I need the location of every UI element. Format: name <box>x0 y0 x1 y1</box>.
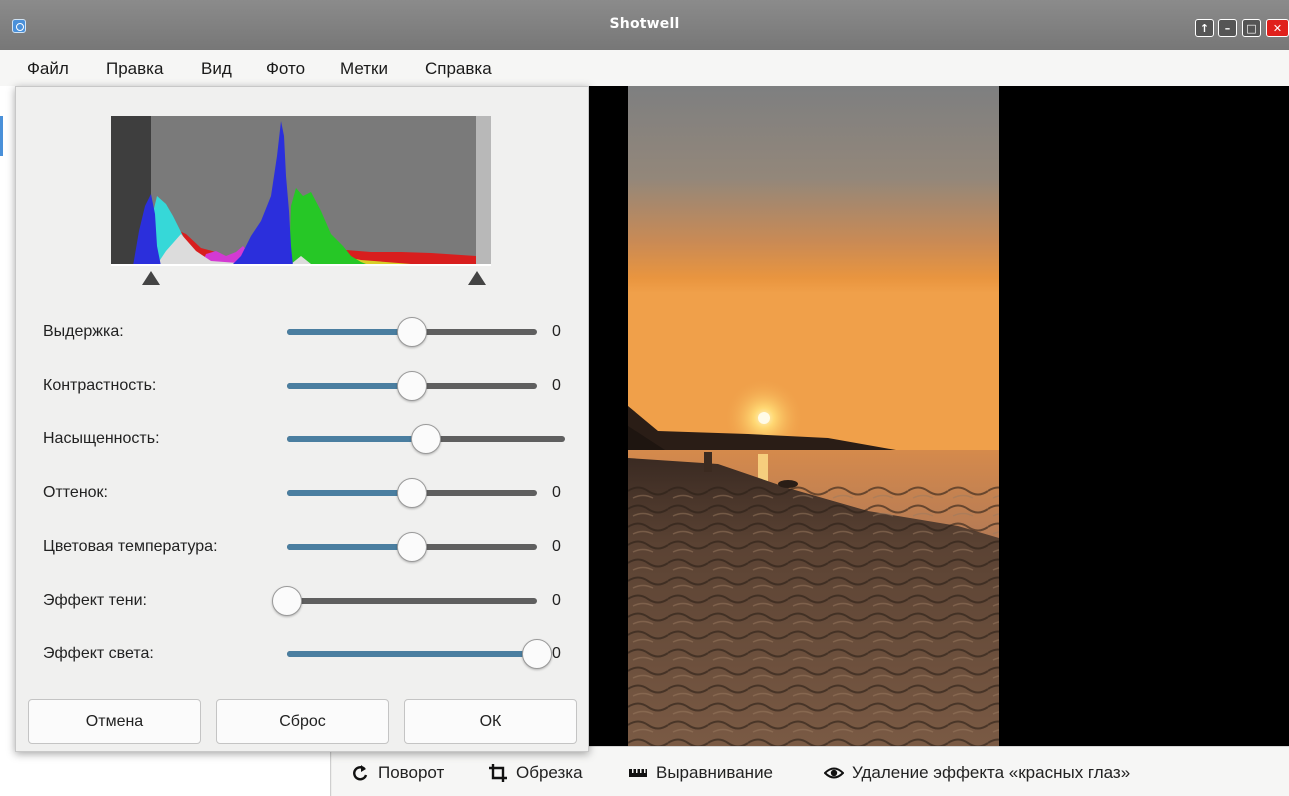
highlights-slider[interactable] <box>287 639 552 669</box>
histogram[interactable] <box>111 116 491 268</box>
highlights-label: Эффект света: <box>43 645 154 662</box>
reset-button[interactable]: Сброс <box>216 699 389 744</box>
contrast-value: 0 <box>552 377 561 394</box>
temperature-slider-fill <box>287 544 412 550</box>
crop-label: Обрезка <box>516 763 583 782</box>
saturation-slider-fill <box>287 436 426 442</box>
highlights-slider-knob[interactable] <box>522 639 552 669</box>
window-title: Shotwell <box>609 16 680 32</box>
shadows-value: 0 <box>552 592 561 609</box>
contrast-slider-fill <box>287 383 412 389</box>
menu-bar: Файл Правка Вид Фото Метки Справка <box>0 50 1289 86</box>
rotate-button[interactable]: Поворот <box>350 763 444 783</box>
redeye-label: Удаление эффекта «красных глаз» <box>852 763 1131 782</box>
ok-button[interactable]: ОК <box>404 699 577 744</box>
edit-toolbar: Поворот Обрезка Выравнивание Удаление эф… <box>332 746 1289 796</box>
menu-tags[interactable]: Метки <box>340 59 388 79</box>
tint-label: Оттенок: <box>43 484 108 501</box>
straighten-label: Выравнивание <box>656 763 774 782</box>
straighten-button[interactable]: Выравнивание <box>628 763 773 783</box>
contrast-label: Контрастность: <box>43 377 157 394</box>
highlights-value: 0 <box>552 645 561 662</box>
rotate-label: Поворот <box>378 763 445 782</box>
photo-viewer <box>588 86 1289 746</box>
exposure-slider-fill <box>287 329 412 335</box>
redeye-button[interactable]: Удаление эффекта «красных глаз» <box>824 763 1130 783</box>
saturation-slider-knob[interactable] <box>411 424 441 454</box>
cancel-button[interactable]: Отмена <box>28 699 201 744</box>
window-maximize-button[interactable]: □ <box>1242 19 1261 37</box>
adjust-dialog: Выдержка: 0 Контрастность: 0 Насыщенност… <box>15 86 589 752</box>
saturation-label: Насыщенность: <box>43 430 160 447</box>
histogram-black-point-handle[interactable] <box>142 271 160 285</box>
exposure-label: Выдержка: <box>43 323 124 340</box>
window-minimize-button[interactable]: – <box>1218 19 1237 37</box>
window-shade-button[interactable]: ↑ <box>1195 19 1214 37</box>
menu-help[interactable]: Справка <box>425 59 492 79</box>
histogram-white-point-handle[interactable] <box>468 271 486 285</box>
title-bar: Shotwell ↑ – □ ✕ <box>0 0 1289 50</box>
shadows-label: Эффект тени: <box>43 592 147 609</box>
tint-value: 0 <box>552 484 561 501</box>
crop-button[interactable]: Обрезка <box>488 763 583 783</box>
sidebar-selection-indicator <box>0 116 3 156</box>
ruler-icon <box>629 769 647 777</box>
tint-slider[interactable] <box>287 478 537 508</box>
photo-sunset-beach <box>628 86 999 746</box>
tint-slider-fill <box>287 490 412 496</box>
crop-icon <box>489 764 507 782</box>
saturation-slider[interactable] <box>287 424 565 454</box>
temperature-label: Цветовая температура: <box>43 538 218 555</box>
window-close-button[interactable]: ✕ <box>1266 19 1289 37</box>
temperature-slider-knob[interactable] <box>397 532 427 562</box>
menu-view[interactable]: Вид <box>201 59 232 79</box>
exposure-slider[interactable] <box>287 317 537 347</box>
highlights-slider-fill <box>287 651 537 657</box>
exposure-value: 0 <box>552 323 561 340</box>
rotate-icon <box>353 765 368 781</box>
temperature-slider[interactable] <box>287 532 537 562</box>
exposure-slider-knob[interactable] <box>397 317 427 347</box>
menu-photo[interactable]: Фото <box>266 59 305 79</box>
tint-slider-knob[interactable] <box>397 478 427 508</box>
shotwell-window: Shotwell ↑ – □ ✕ Файл Правка Вид Фото Ме… <box>0 0 1289 796</box>
contrast-slider[interactable] <box>287 371 537 401</box>
temperature-value: 0 <box>552 538 561 555</box>
menu-edit[interactable]: Правка <box>106 59 163 79</box>
shadows-slider[interactable] <box>272 586 537 616</box>
menu-file[interactable]: Файл <box>27 59 69 79</box>
contrast-slider-knob[interactable] <box>397 371 427 401</box>
eye-icon <box>824 767 844 779</box>
shadows-slider-knob[interactable] <box>272 586 302 616</box>
